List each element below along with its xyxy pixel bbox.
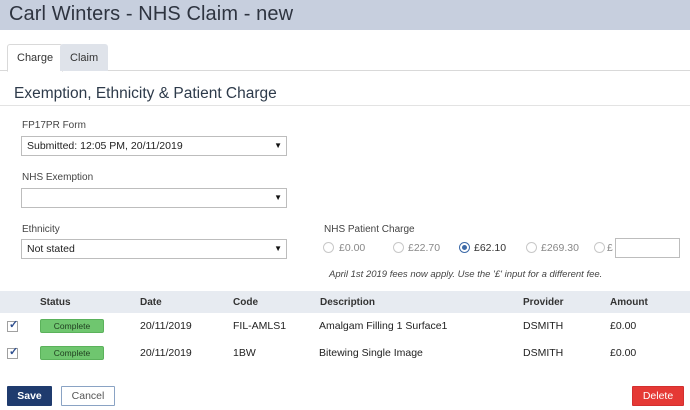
ethnicity-label: Ethnicity bbox=[22, 224, 60, 235]
section-title: Exemption, Ethnicity & Patient Charge bbox=[14, 85, 277, 102]
row-checkbox[interactable]: ✓ bbox=[7, 319, 19, 332]
header-date: Date bbox=[140, 297, 162, 308]
window-titlebar: Carl Winters - NHS Claim - new bbox=[0, 0, 690, 30]
radio-charge-2[interactable] bbox=[459, 242, 470, 253]
radio-charge-0-label: £0.00 bbox=[339, 242, 366, 254]
row-provider: DSMITH bbox=[523, 347, 564, 359]
ethnicity-value: Not stated bbox=[27, 243, 75, 255]
row-description: Amalgam Filling 1 Surface1 bbox=[319, 320, 448, 332]
radio-charge-3[interactable] bbox=[526, 242, 537, 253]
row-description: Bitewing Single Image bbox=[319, 347, 423, 359]
row-provider: DSMITH bbox=[523, 320, 564, 332]
patient-charge-label: NHS Patient Charge bbox=[324, 224, 415, 235]
window-title: Carl Winters - NHS Claim - new bbox=[9, 3, 294, 25]
checkmark-icon: ✓ bbox=[9, 319, 19, 331]
row-code: 1BW bbox=[233, 347, 256, 359]
header-provider: Provider bbox=[523, 297, 564, 308]
radio-charge-1-label: £22.70 bbox=[408, 242, 441, 254]
header-amount: Amount bbox=[610, 297, 648, 308]
fp17pr-label: FP17PR Form bbox=[22, 120, 86, 131]
radio-charge-custom[interactable] bbox=[594, 242, 605, 253]
exemption-label: NHS Exemption bbox=[22, 172, 94, 183]
fp17pr-value: Submitted: 12:05 PM, 20/11/2019 bbox=[27, 140, 183, 152]
header-status: Status bbox=[40, 297, 71, 308]
cancel-button[interactable]: Cancel bbox=[61, 386, 115, 406]
delete-button[interactable]: Delete bbox=[632, 386, 684, 406]
custom-fee-input[interactable] bbox=[615, 238, 680, 258]
tab-bar: Charge Claim bbox=[0, 44, 690, 72]
ethnicity-select[interactable]: Not stated ▼ bbox=[21, 239, 287, 259]
chevron-down-icon: ▼ bbox=[274, 141, 282, 150]
chevron-down-icon: ▼ bbox=[274, 193, 282, 202]
header-code: Code bbox=[233, 297, 258, 308]
fp17pr-select[interactable]: Submitted: 12:05 PM, 20/11/2019 ▼ bbox=[21, 136, 287, 156]
radio-charge-1[interactable] bbox=[393, 242, 404, 253]
row-date: 20/11/2019 bbox=[140, 347, 192, 359]
status-badge: Complete bbox=[40, 346, 104, 360]
tab-claim[interactable]: Claim bbox=[60, 44, 109, 71]
table-header: Status Date Code Description Provider Am… bbox=[0, 291, 690, 313]
save-button[interactable]: Save bbox=[7, 386, 52, 406]
row-date: 20/11/2019 bbox=[140, 320, 192, 332]
row-code: FIL-AMLS1 bbox=[233, 320, 287, 332]
patient-charge-options: £0.00 £22.70 £62.10 £269.30 £ bbox=[322, 238, 690, 258]
section-divider bbox=[0, 105, 690, 106]
exemption-select[interactable]: ▼ bbox=[21, 188, 287, 208]
row-checkbox[interactable]: ✓ bbox=[7, 346, 19, 359]
chevron-down-icon: ▼ bbox=[274, 244, 282, 253]
radio-charge-custom-label: £ bbox=[607, 242, 613, 254]
radio-charge-0[interactable] bbox=[323, 242, 334, 253]
table-row[interactable]: ✓ Complete 20/11/2019 1BW Bitewing Singl… bbox=[0, 340, 690, 366]
radio-charge-3-label: £269.30 bbox=[541, 242, 579, 254]
checkmark-icon: ✓ bbox=[9, 346, 19, 358]
table-row[interactable]: ✓ Complete 20/11/2019 FIL-AMLS1 Amalgam … bbox=[0, 313, 690, 339]
header-description: Description bbox=[320, 297, 376, 308]
row-amount: £0.00 bbox=[610, 347, 637, 359]
fee-note: April 1st 2019 fees now apply. Use the '… bbox=[329, 269, 603, 280]
row-amount: £0.00 bbox=[610, 320, 637, 332]
radio-charge-2-label: £62.10 bbox=[474, 242, 507, 254]
status-badge: Complete bbox=[40, 319, 104, 333]
tab-charge[interactable]: Charge bbox=[7, 44, 64, 72]
